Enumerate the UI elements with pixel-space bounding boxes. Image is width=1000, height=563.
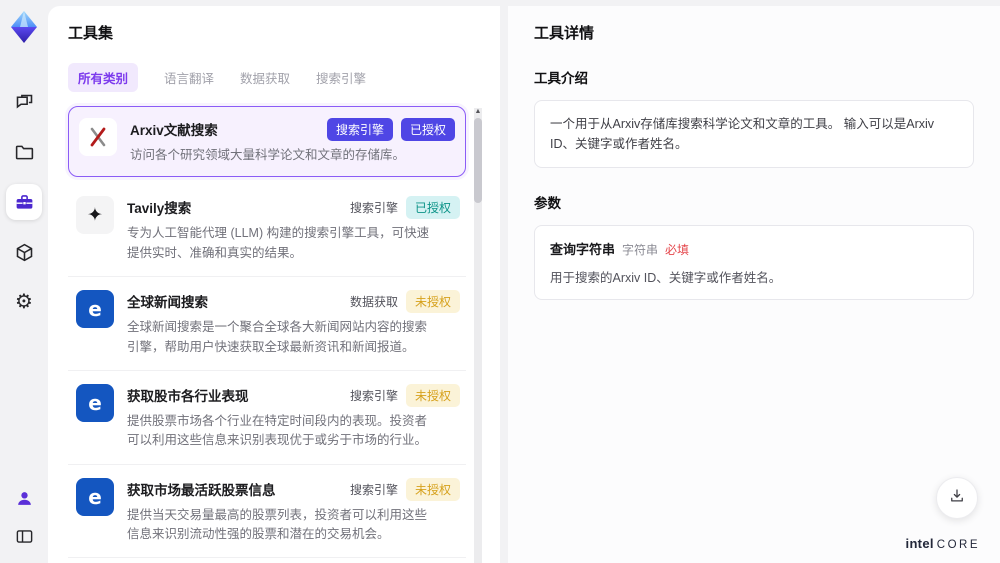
tool-row-global-news[interactable]: e 全球新闻搜索 数据获取 未授权 全球新闻搜索是一个聚合全球各大新闻网站内容的…	[68, 277, 466, 371]
app-sidebar: ⚙	[0, 0, 48, 563]
news-tool-icon: e	[76, 383, 114, 422]
list-scrollbar[interactable]: ▲ ▼	[474, 108, 482, 563]
tool-name: 全球新闻搜索	[127, 295, 208, 311]
tool-name: 获取股市各行业表现	[127, 388, 249, 404]
tool-name: 获取市场最活跃股票信息	[127, 482, 276, 498]
tool-row-tavily[interactable]: ✦ Tavily搜索 搜索引擎 已授权 专为人工智能代理 (LLM) 构建的搜索…	[68, 183, 466, 278]
news-tool-icon: e	[76, 477, 114, 516]
toolset-panel: 工具集 所有类别 语言翻译 数据获取 搜索引擎 Arxiv文献搜索 搜索引擎 已…	[48, 6, 500, 563]
auth-badge: 未授权	[405, 290, 460, 314]
auth-badge: 未授权	[405, 383, 460, 407]
tab-data-fetch[interactable]: 数据获取	[240, 63, 290, 92]
user-avatar[interactable]	[6, 485, 42, 511]
gear-icon: ⚙	[15, 291, 33, 313]
download-button[interactable]	[936, 477, 978, 519]
tool-row-arxiv[interactable]: Arxiv文献搜索 搜索引擎 已授权 访问各个研究领域大量科学论文和文章的存储库…	[68, 106, 466, 178]
tavily-star-icon: ✦	[76, 196, 114, 235]
tool-name: Arxiv文献搜索	[130, 123, 218, 138]
sidebar-item-packages[interactable]	[6, 234, 42, 270]
scrollbar-thumb[interactable]	[474, 118, 482, 203]
auth-badge: 已授权	[405, 196, 460, 220]
core-wordmark: core	[936, 539, 980, 551]
tool-list: Arxiv文献搜索 搜索引擎 已授权 访问各个研究领域大量科学论文和文章的存储库…	[68, 106, 482, 563]
param-description: 用于搜索的Arxiv ID、关键字或作者姓名。	[550, 271, 782, 285]
download-icon	[948, 487, 966, 510]
category-label: 搜索引擎	[349, 201, 398, 216]
param-type: 字符串	[622, 243, 659, 257]
category-tabs: 所有类别 语言翻译 数据获取 搜索引擎	[68, 63, 480, 92]
arxiv-logo-icon	[79, 118, 117, 156]
tool-description: 提供股票市场各个行业在特定时间段内的表现。投资者可以利用这些信息来识别表现优于或…	[127, 413, 428, 448]
tool-details-panel: 工具详情 工具介绍 一个用于从Arxiv存储库搜索科学论文和文章的工具。 输入可…	[508, 6, 1000, 563]
sidebar-item-files[interactable]	[6, 134, 42, 170]
sidebar-item-settings[interactable]: ⚙	[6, 284, 42, 320]
category-badge: 搜索引擎	[326, 118, 393, 141]
tab-translation[interactable]: 语言翻译	[164, 63, 214, 92]
intro-box: 一个用于从Arxiv存储库搜索科学论文和文章的工具。 输入可以是Arxiv ID…	[534, 100, 974, 168]
sidebar-item-chat[interactable]	[6, 84, 42, 120]
intel-core-logo: intel core	[906, 536, 980, 551]
tab-search-engine[interactable]: 搜索引擎	[316, 63, 366, 92]
sidebar-item-tools[interactable]	[6, 184, 42, 220]
details-title: 工具详情	[534, 25, 595, 42]
package-icon	[14, 242, 35, 263]
tool-row-sector-performance[interactable]: e 获取股市各行业表现 搜索引擎 未授权 提供股票市场各个行业在特定时间段内的表…	[68, 371, 466, 465]
tool-description: 全球新闻搜索是一个聚合全球各大新闻网站内容的搜索引擎，帮助用户快速获取全球最新资…	[127, 320, 428, 354]
param-box: 查询字符串 字符串 必填 用于搜索的Arxiv ID、关键字或作者姓名。	[534, 225, 974, 300]
category-label: 搜索引擎	[349, 388, 398, 403]
tool-name: Tavily搜索	[127, 201, 192, 217]
news-tool-icon: e	[76, 290, 114, 329]
panel-toggle-icon[interactable]	[6, 523, 42, 549]
toolbox-icon	[14, 192, 35, 213]
folder-icon	[14, 142, 35, 163]
scroll-up-icon[interactable]: ▲	[474, 108, 482, 116]
auth-badge: 已授权	[400, 118, 455, 141]
auth-badge: 未授权	[405, 477, 460, 501]
category-label: 搜索引擎	[349, 482, 398, 497]
param-required-flag: 必填	[665, 243, 690, 257]
tool-description: 访问各个研究领域大量科学论文和文章的存储库。	[130, 148, 406, 162]
category-label: 数据获取	[349, 295, 398, 310]
param-name: 查询字符串	[550, 242, 616, 257]
toolset-title: 工具集	[68, 25, 114, 42]
chat-icon	[14, 92, 35, 113]
tool-description: 提供当天交易量最高的股票列表，投资者可以利用这些信息来识别流动性强的股票和潜在的…	[127, 507, 428, 541]
tool-description: 专为人工智能代理 (LLM) 构建的搜索引擎工具，可快速提供实时、准确和真实的结…	[127, 226, 430, 260]
intro-heading: 工具介绍	[534, 71, 588, 86]
params-heading: 参数	[534, 196, 561, 211]
tool-row-active-stocks[interactable]: e 获取市场最活跃股票信息 搜索引擎 未授权 提供当天交易量最高的股票列表，投资…	[68, 465, 466, 559]
tab-all-categories[interactable]: 所有类别	[68, 63, 139, 92]
intro-text: 一个用于从Arxiv存储库搜索科学论文和文章的工具。 输入可以是Arxiv ID…	[550, 117, 935, 151]
intel-wordmark: intel	[905, 536, 934, 551]
tool-row-regional-news[interactable]: 万维地区新闻查询 搜索引擎 未授权 查询具体行政区划内的新闻，快速了解各地新闻动	[68, 558, 466, 563]
app-logo-icon	[8, 10, 40, 44]
